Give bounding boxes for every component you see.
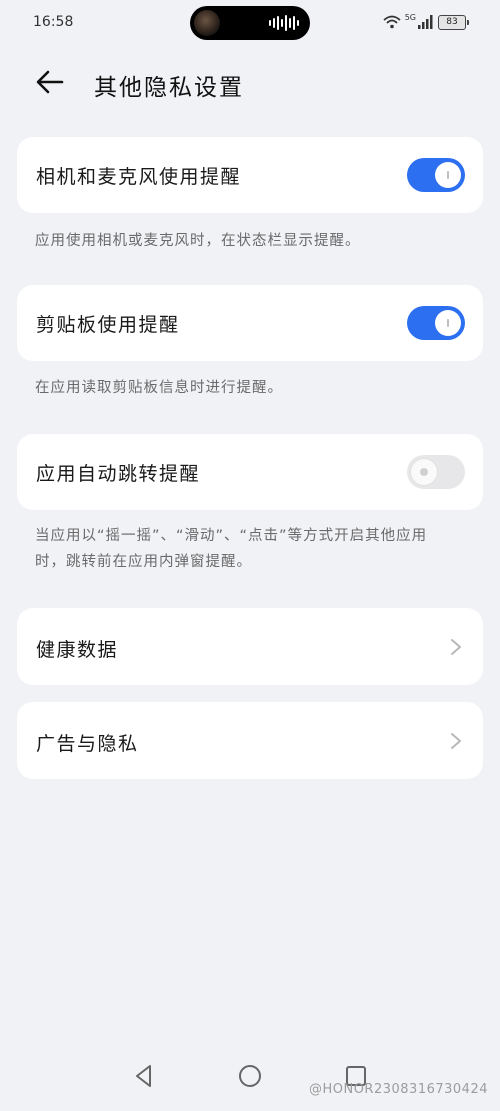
chevron-right-icon	[451, 639, 461, 655]
setting-desc-camera-mic: 应用使用相机或麦克风时，在状态栏显示提醒。	[35, 233, 361, 249]
setting-label-clipboard: 剪贴板使用提醒	[36, 314, 180, 336]
health-data-row[interactable]: 健康数据	[17, 608, 483, 685]
page-title: 其他隐私设置	[94, 75, 244, 101]
toggle-clipboard[interactable]	[407, 306, 465, 340]
dynamic-island[interactable]	[190, 6, 310, 40]
watermark: @HONOR2308316730424	[308, 1082, 488, 1097]
toggle-app-jump[interactable]	[407, 455, 465, 489]
status-bar: 16:58 5G 83	[0, 0, 500, 44]
back-arrow-icon[interactable]	[34, 66, 66, 98]
status-icons: 5G 83	[383, 12, 469, 32]
media-thumbnail	[194, 10, 220, 36]
network-type: 5G	[404, 12, 416, 22]
toggle-knob	[435, 310, 461, 336]
toggle-camera-mic[interactable]	[407, 158, 465, 192]
status-time: 16:58	[33, 14, 74, 30]
system-nav-bar: @HONOR2308316730424	[0, 1051, 500, 1111]
setting-card-camera-mic: 相机和麦克风使用提醒	[17, 137, 483, 213]
setting-label-camera-mic: 相机和麦克风使用提醒	[36, 166, 242, 188]
toggle-knob	[411, 459, 437, 485]
toggle-knob	[435, 162, 461, 188]
setting-card-app-jump: 应用自动跳转提醒	[17, 434, 483, 510]
chevron-right-icon	[451, 733, 461, 749]
wifi-icon	[383, 15, 401, 29]
nav-home-icon[interactable]	[237, 1063, 263, 1089]
setting-label-app-jump: 应用自动跳转提醒	[36, 463, 201, 485]
audio-wave-icon	[269, 15, 299, 31]
battery-indicator: 83	[438, 14, 469, 30]
setting-desc-app-jump: 当应用以“摇一摇”、“滑动”、“点击”等方式开启其他应用时，跳转前在应用内弹窗提…	[35, 528, 428, 570]
nav-back-icon[interactable]	[131, 1063, 157, 1089]
app-header: 其他隐私设置	[0, 56, 500, 108]
ads-privacy-label: 广告与隐私	[36, 733, 139, 755]
ads-privacy-row[interactable]: 广告与隐私	[17, 702, 483, 779]
setting-desc-clipboard: 在应用读取剪贴板信息时进行提醒。	[35, 380, 283, 396]
health-data-label: 健康数据	[36, 639, 119, 661]
setting-card-clipboard: 剪贴板使用提醒	[17, 285, 483, 361]
signal-icon	[418, 15, 433, 29]
